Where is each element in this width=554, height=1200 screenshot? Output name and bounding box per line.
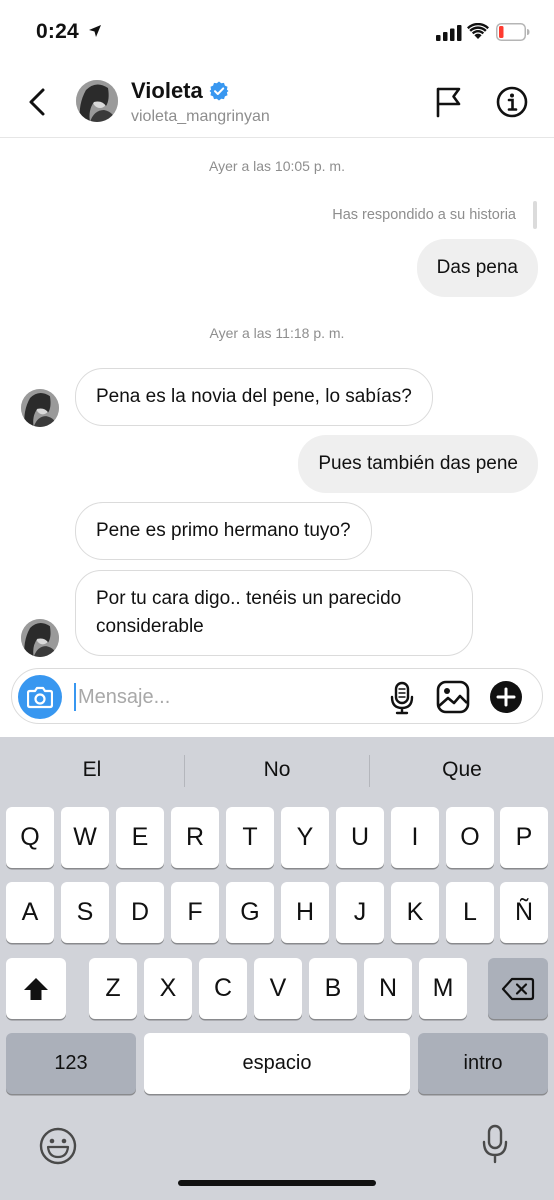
story-reply-note: Has respondido a su historia	[332, 207, 516, 223]
space-key[interactable]: espacio	[144, 1033, 410, 1094]
message-input[interactable]	[78, 679, 378, 715]
microphone-icon[interactable]	[390, 681, 414, 715]
flag-icon[interactable]	[434, 86, 464, 118]
key[interactable]: L	[446, 882, 494, 943]
sender-avatar[interactable]	[21, 619, 59, 657]
key[interactable]: X	[144, 958, 192, 1019]
dictation-icon[interactable]	[482, 1124, 508, 1164]
key[interactable]: Z	[89, 958, 137, 1019]
story-reply-bar	[533, 201, 537, 229]
status-time: 0:24	[36, 20, 79, 43]
key[interactable]: K	[391, 882, 439, 943]
message-received[interactable]: Por tu cara digo.. tenéis un parecido co…	[75, 570, 473, 656]
key[interactable]: E	[116, 807, 164, 868]
conversation-header: Violeta violeta_mangrinyan	[0, 66, 554, 138]
key[interactable]: B	[309, 958, 357, 1019]
message-composer	[11, 668, 543, 724]
key[interactable]: N	[364, 958, 412, 1019]
key[interactable]: S	[61, 882, 109, 943]
plus-icon[interactable]	[490, 681, 522, 713]
sender-avatar[interactable]	[21, 389, 59, 427]
backspace-key[interactable]	[488, 958, 548, 1019]
gallery-icon[interactable]	[436, 680, 470, 714]
key[interactable]: A	[6, 882, 54, 943]
timestamp: Ayer a las 10:05 p. m.	[209, 158, 345, 174]
suggestion-item[interactable]: No	[185, 737, 369, 803]
key[interactable]: J	[336, 882, 384, 943]
key[interactable]: U	[336, 807, 384, 868]
camera-button[interactable]	[18, 675, 62, 719]
emoji-icon[interactable]	[38, 1126, 78, 1166]
suggestion-item[interactable]: Que	[370, 737, 554, 803]
verified-badge-icon	[209, 81, 229, 101]
key[interactable]: Q	[6, 807, 54, 868]
camera-icon	[27, 686, 53, 709]
contact-name-row[interactable]: Violeta	[131, 78, 229, 104]
contact-name: Violeta	[131, 78, 203, 103]
key[interactable]: V	[254, 958, 302, 1019]
wifi-icon	[467, 23, 489, 39]
key[interactable]: F	[171, 882, 219, 943]
key[interactable]: C	[199, 958, 247, 1019]
key[interactable]: D	[116, 882, 164, 943]
battery-low-icon	[496, 23, 530, 41]
back-chevron-icon[interactable]	[24, 84, 52, 120]
numbers-key[interactable]: 123	[6, 1033, 136, 1094]
timestamp: Ayer a las 11:18 p. m.	[209, 325, 345, 341]
predictive-bar: El No Que	[0, 737, 554, 803]
key[interactable]: G	[226, 882, 274, 943]
text-caret	[74, 683, 76, 711]
info-icon[interactable]	[496, 86, 528, 118]
message-sent[interactable]: Das pena	[416, 239, 538, 297]
backspace-icon	[501, 977, 535, 1000]
location-arrow-icon	[89, 25, 101, 37]
message-sent[interactable]: Pues también das pene	[298, 435, 538, 493]
shift-key[interactable]	[6, 958, 66, 1019]
key[interactable]: R	[171, 807, 219, 868]
cellular-signal-icon	[436, 25, 462, 41]
status-bar: 0:24	[0, 0, 554, 66]
keyboard: El No Que Q W E R T Y U I O P A S D F G …	[0, 737, 554, 1200]
key[interactable]: O	[446, 807, 494, 868]
message-received[interactable]: Pene es primo hermano tuyo?	[75, 502, 372, 560]
key[interactable]: T	[226, 807, 274, 868]
avatar[interactable]	[76, 80, 118, 122]
contact-username: violeta_mangrinyan	[131, 108, 270, 125]
key[interactable]: W	[61, 807, 109, 868]
message-received[interactable]: Pena es la novia del pene, lo sabías?	[75, 368, 433, 426]
shift-icon	[24, 977, 48, 1000]
return-key[interactable]: intro	[418, 1033, 548, 1094]
key[interactable]: P	[500, 807, 548, 868]
suggestion-item[interactable]: El	[0, 737, 184, 803]
home-indicator[interactable]	[178, 1180, 376, 1186]
message-thread[interactable]: Ayer a las 10:05 p. m. Has respondido a …	[0, 139, 554, 669]
key[interactable]: Ñ	[500, 882, 548, 943]
key[interactable]: Y	[281, 807, 329, 868]
key[interactable]: H	[281, 882, 329, 943]
key[interactable]: M	[419, 958, 467, 1019]
key[interactable]: I	[391, 807, 439, 868]
